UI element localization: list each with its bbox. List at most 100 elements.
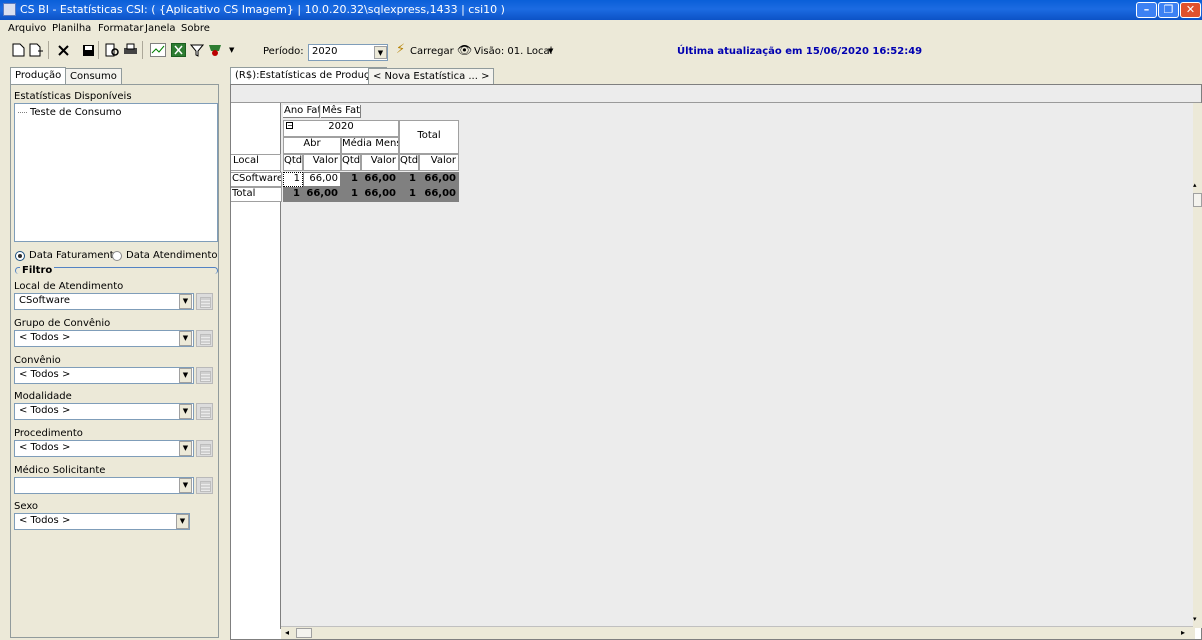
total-header: Total [399, 120, 459, 154]
tab-producao[interactable]: Produção [10, 67, 67, 85]
chevron-down-icon[interactable]: ▼ [548, 47, 553, 55]
chevron-down-icon[interactable]: ▼ [179, 441, 192, 456]
chart-icon[interactable] [150, 42, 166, 58]
menu-janela[interactable]: Janela [145, 23, 175, 34]
chevron-down-icon[interactable]: ▼ [176, 514, 189, 529]
tab-nova-estatistica[interactable]: < Nova Estatística ... > [368, 68, 495, 85]
menu-formatar[interactable]: Formatar [98, 23, 143, 34]
tab-estatisticas-producao[interactable]: (R$):Estatísticas de Produção [230, 67, 387, 85]
save-icon[interactable] [80, 42, 96, 58]
settings-icon[interactable] [207, 42, 223, 58]
stats-label: Estatísticas Disponíveis [14, 91, 132, 102]
tree-connector [18, 112, 27, 113]
measure-header: Qtde [399, 154, 419, 171]
chevron-down-icon[interactable]: ▼ [374, 46, 387, 59]
filter-label: Modalidade [14, 391, 72, 402]
data-cell[interactable]: 1 [283, 172, 303, 187]
data-cell[interactable]: 66,00 [361, 187, 399, 202]
measure-header: Qtde [283, 154, 303, 171]
row-field-local[interactable]: Local [231, 154, 281, 171]
field-ano-fat[interactable]: Ano Fat. [283, 105, 320, 118]
menu-arquivo[interactable]: Arquivo [8, 23, 46, 34]
new-doc-icon[interactable] [10, 42, 26, 58]
maximize-button[interactable]: ❐ [1158, 2, 1179, 18]
scroll-right-icon[interactable]: ▸ [1181, 628, 1185, 637]
chevron-down-icon[interactable]: ▼ [179, 404, 192, 419]
convenio-select[interactable]: < Todos > [14, 367, 194, 384]
chevron-down-icon[interactable]: ▼ [229, 46, 234, 54]
toolbar-separator [98, 41, 99, 59]
grupo-convenio-select[interactable]: < Todos > [14, 330, 194, 347]
print-preview-icon[interactable] [104, 42, 120, 58]
data-cell[interactable]: 66,00 [419, 172, 459, 187]
chevron-down-icon[interactable]: ▼ [179, 331, 192, 346]
scroll-up-icon[interactable]: ▴ [1193, 181, 1197, 189]
row-label: CSoftware [231, 172, 282, 187]
data-cell[interactable]: 66,00 [303, 187, 341, 202]
close-button[interactable]: ✕ [1180, 2, 1201, 18]
list-icon[interactable] [196, 477, 213, 494]
data-cell[interactable]: 66,00 [419, 187, 459, 202]
vertical-scrollbar[interactable]: ▴ ▾ [1193, 103, 1202, 628]
data-cell[interactable]: 1 [341, 187, 361, 202]
periodo-label: Período: [263, 46, 304, 57]
print-icon[interactable] [122, 42, 138, 58]
scroll-thumb[interactable] [296, 628, 312, 638]
data-cell[interactable]: 66,00 [361, 172, 399, 187]
sexo-select[interactable]: < Todos > [14, 513, 190, 530]
list-icon[interactable] [196, 293, 213, 310]
radio-label: Data Atendimento [126, 250, 218, 261]
scroll-left-icon[interactable]: ◂ [285, 628, 289, 637]
new-sheet-icon[interactable] [28, 42, 44, 58]
data-cell[interactable]: 1 [283, 187, 303, 202]
horizontal-scrollbar[interactable]: ◂ ▸ [281, 626, 1195, 639]
filter-icon[interactable] [189, 42, 205, 58]
carregar-button[interactable]: Carregar [410, 46, 454, 57]
excel-icon[interactable] [170, 42, 186, 58]
tab-consumo[interactable]: Consumo [65, 68, 122, 85]
filter-label: Médico Solicitante [14, 465, 106, 476]
month-header: Média Mensal [341, 137, 399, 154]
list-icon[interactable] [196, 403, 213, 420]
local-atendimento-select[interactable]: CSoftware [14, 293, 194, 310]
toolbar-separator [142, 41, 143, 59]
pivot-filter-area [231, 85, 1201, 103]
filter-label: Procedimento [14, 428, 83, 439]
menu-planilha[interactable]: Planilha [52, 23, 91, 34]
data-cell[interactable]: 1 [399, 172, 419, 187]
lightning-icon: ⚡ [396, 42, 406, 57]
data-cell[interactable]: 1 [341, 172, 361, 187]
list-icon[interactable] [196, 367, 213, 384]
filter-label: Local de Atendimento [14, 281, 124, 292]
minimize-button[interactable]: – [1136, 2, 1157, 18]
collapse-icon[interactable]: − [286, 122, 294, 130]
tree-item[interactable]: Teste de Consumo [30, 107, 122, 118]
modalidade-select[interactable]: < Todos > [14, 403, 194, 420]
list-icon[interactable] [196, 330, 213, 347]
measure-header: Valor [303, 154, 341, 171]
visao-button[interactable]: Visão: 01. Local [474, 46, 552, 57]
toolbar: ▼ [0, 37, 1202, 63]
delete-icon[interactable] [55, 42, 71, 58]
chevron-down-icon[interactable]: ▼ [179, 478, 192, 493]
year-header: 2020 [283, 120, 399, 137]
chevron-down-icon[interactable]: ▼ [179, 294, 192, 309]
measure-header: Qtde [341, 154, 361, 171]
procedimento-select[interactable]: < Todos > [14, 440, 194, 457]
medico-solicitante-select[interactable] [14, 477, 194, 494]
eye-icon: 👁 [457, 43, 473, 57]
window-title: CS BI - Estatísticas CSI: ( {Aplicativo … [20, 3, 505, 16]
stats-tree[interactable] [14, 103, 218, 242]
data-cell[interactable]: 1 [399, 187, 419, 202]
data-cell[interactable]: 66,00 [303, 172, 341, 187]
radio-data-faturamento[interactable] [15, 251, 25, 261]
radio-data-atendimento[interactable] [112, 251, 122, 261]
last-update-status: Última atualização em 15/06/2020 16:52:4… [677, 46, 923, 57]
scroll-down-icon[interactable]: ▾ [1193, 615, 1197, 623]
list-icon[interactable] [196, 440, 213, 457]
scroll-thumb[interactable] [1193, 193, 1202, 207]
month-header: Abr [283, 137, 341, 154]
chevron-down-icon[interactable]: ▼ [179, 368, 192, 383]
menu-sobre[interactable]: Sobre [181, 23, 210, 34]
field-mes-fat[interactable]: Mês Fat. [321, 105, 361, 118]
